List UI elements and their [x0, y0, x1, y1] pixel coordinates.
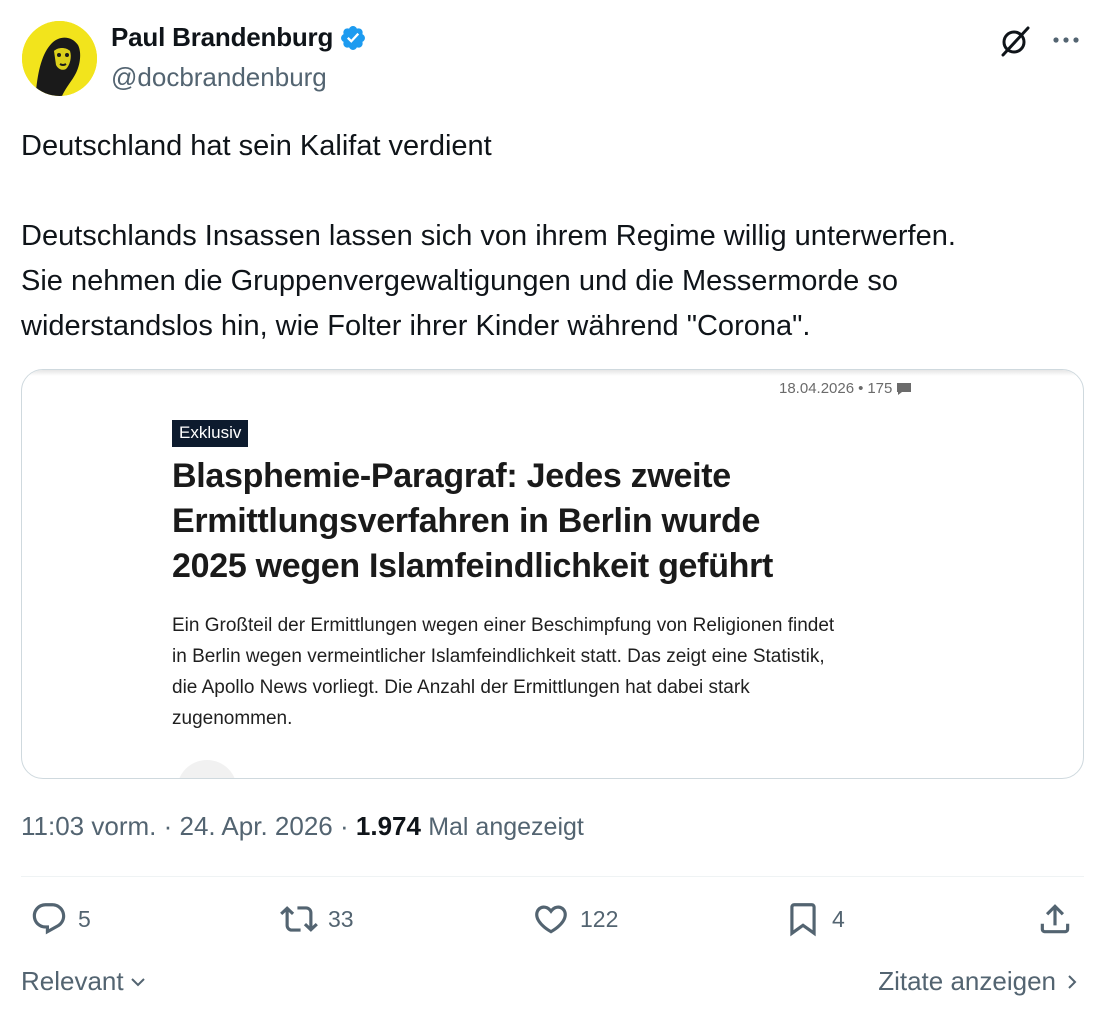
- faded-avatar-placeholder: [177, 760, 237, 778]
- reply-button[interactable]: 5: [30, 900, 91, 938]
- tweet-time[interactable]: 11:03 vorm.: [21, 811, 156, 841]
- sort-replies-dropdown[interactable]: Relevant: [21, 966, 148, 997]
- lead-line: zugenommen.: [172, 708, 293, 729]
- comment-bubble-icon: [897, 382, 912, 395]
- headline-line: Blasphemie-Paragraf: Jedes zweite: [172, 457, 731, 495]
- article-comment-count: 175: [867, 380, 893, 397]
- author-name-row: Paul Brandenburg: [111, 22, 367, 53]
- chevron-right-icon: [1068, 974, 1077, 989]
- article-headline: Blasphemie-Paragraf: Jedes zweite Ermitt…: [172, 454, 932, 589]
- views-count: 1.974: [355, 811, 421, 841]
- action-bar: 5 33 122 4: [0, 900, 1110, 944]
- bookmark-button[interactable]: 4: [784, 900, 845, 938]
- sort-label: Relevant: [21, 966, 124, 996]
- share-icon: [1040, 904, 1070, 934]
- share-button[interactable]: [1036, 900, 1074, 938]
- author-handle[interactable]: @docbrandenburg: [111, 62, 327, 93]
- meta-separator: ·: [339, 811, 349, 841]
- media-card[interactable]: 18.04.2026 • 175 Exklusiv Blasphemie-Par…: [21, 369, 1084, 779]
- tweet-date[interactable]: 24. Apr. 2026: [180, 811, 333, 841]
- tweet-line: widerstandslos hin, wie Folter ihrer Kin…: [21, 310, 811, 342]
- tweet-line: Deutschland hat sein Kalifat verdient: [21, 130, 492, 162]
- repost-button[interactable]: 33: [280, 900, 354, 938]
- lead-line: in Berlin wegen vermeintlicher Islamfein…: [172, 646, 825, 667]
- headline-line: Ermittlungsverfahren in Berlin wurde: [172, 502, 761, 540]
- grok-icon[interactable]: [998, 24, 1032, 58]
- avatar-portrait-icon: [22, 21, 97, 96]
- meta-separator: •: [858, 380, 864, 397]
- like-button[interactable]: 122: [532, 900, 618, 938]
- lead-line: Ein Großteil der Ermittlungen wegen eine…: [172, 615, 835, 636]
- tweet-timestamp-row: 11:03 vorm. · 24. Apr. 2026 · 1.974 Mal …: [21, 811, 584, 842]
- author-display-name[interactable]: Paul Brandenburg: [111, 22, 333, 53]
- views-label: Mal angezeigt: [428, 813, 584, 841]
- tweet-line: Sie nehmen die Gruppenvergewaltigungen u…: [21, 265, 898, 297]
- bookmark-icon: [790, 903, 816, 937]
- article-date: 18.04.2026: [779, 380, 855, 397]
- meta-separator: ·: [163, 811, 173, 841]
- view-quotes-link[interactable]: Zitate anzeigen: [878, 966, 1082, 997]
- chevron-down-icon: [130, 977, 145, 986]
- card-top-edge: [22, 370, 1083, 376]
- bookmark-count: 4: [832, 905, 845, 932]
- tweet-text: Deutschland hat sein Kalifat verdient De…: [21, 124, 1091, 349]
- repost-icon: [280, 906, 318, 932]
- exclusive-badge: Exklusiv: [172, 420, 249, 447]
- more-options-icon[interactable]: [1050, 30, 1082, 50]
- divider: [21, 876, 1084, 877]
- heart-icon: [535, 905, 567, 934]
- verified-badge-icon[interactable]: [339, 24, 367, 52]
- headline-line: 2025 wegen Islamfeindlichkeit geführt: [172, 547, 774, 585]
- avatar[interactable]: [22, 21, 97, 96]
- article-meta: 18.04.2026 • 175: [779, 380, 912, 397]
- tweet-line: Deutschlands Insassen lassen sich von ih…: [21, 220, 956, 252]
- quotes-label: Zitate anzeigen: [878, 966, 1056, 996]
- reply-icon: [32, 903, 66, 935]
- repost-count: 33: [328, 905, 354, 932]
- like-count: 122: [580, 905, 619, 932]
- reply-count: 5: [78, 905, 91, 932]
- lead-line: die Apollo News vorliegt. Die Anzahl der…: [172, 677, 750, 698]
- article-lead: Ein Großteil der Ermittlungen wegen eine…: [172, 610, 942, 734]
